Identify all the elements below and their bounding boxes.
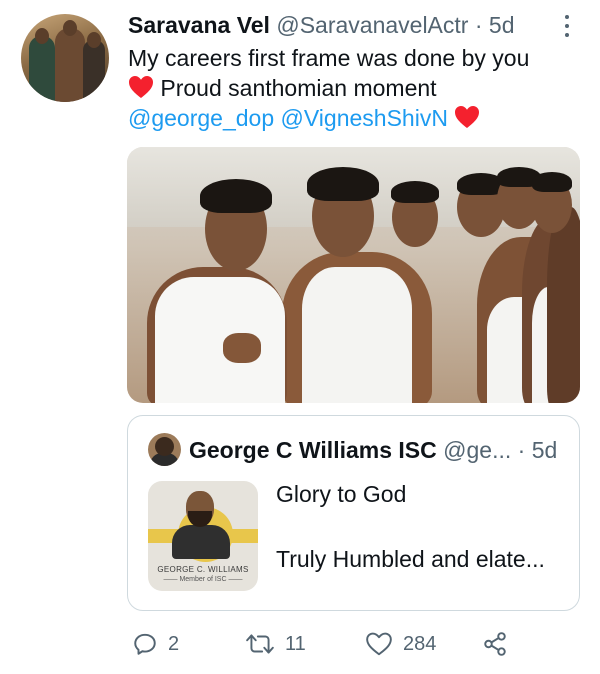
quoted-author-handle[interactable]: @ge... [443, 437, 511, 463]
reply-icon [134, 633, 156, 655]
tweet-text-line2-words: Proud santhomian moment [160, 75, 437, 101]
like-count: 284 [403, 632, 437, 655]
heart-emoji-icon [455, 106, 480, 128]
separator-dot: · [474, 12, 483, 38]
mention-vignesh[interactable]: @VigneshShivN [281, 105, 448, 131]
tweet-header: Saravana Vel @SaravanavelActr · 5d [128, 11, 515, 39]
tweet-media-image[interactable] [127, 147, 580, 403]
tweet-text-line1: My careers first frame was done by you [128, 45, 530, 71]
more-icon[interactable] [562, 13, 572, 39]
quoted-tweet-card[interactable]: George C Williams ISC @ge... · 5d GEORGE… [127, 415, 580, 611]
quoted-author-name[interactable]: George C Williams ISC [189, 437, 437, 463]
tweet-text-line3: @george_dop @VigneshShivN [128, 103, 588, 133]
mention-george[interactable]: @george_dop [128, 105, 274, 131]
retweet-button[interactable]: 11 [245, 627, 306, 661]
reply-button[interactable]: 2 [132, 627, 179, 661]
quoted-text-line1: Glory to God [276, 481, 407, 507]
retweet-count: 11 [285, 632, 306, 655]
tweet-time[interactable]: 5d [489, 12, 515, 38]
author-avatar[interactable] [21, 14, 109, 102]
quoted-tweet-header: George C Williams ISC @ge... · 5d [189, 436, 557, 464]
quoted-tweet-thumbnail[interactable]: GEORGE C. WILLIAMS —— Member of ISC —— [148, 481, 258, 591]
quoted-text-line2: Truly Humbled and elate... [276, 546, 545, 572]
thumbnail-caption-name: GEORGE C. WILLIAMS [157, 565, 249, 574]
tweet-action-bar: 2 11 284 [0, 627, 600, 661]
quoted-tweet-time[interactable]: 5d [532, 437, 558, 463]
share-button[interactable] [482, 627, 508, 661]
like-icon [366, 632, 392, 656]
tweet-text-line2: Proud santhomian moment [128, 73, 588, 103]
quoted-author-avatar[interactable] [148, 433, 181, 466]
author-handle[interactable]: @SaravanavelActr [276, 12, 468, 38]
heart-emoji-icon [129, 76, 153, 98]
like-button[interactable]: 284 [365, 627, 436, 661]
tweet-text: My careers first frame was done by you P… [128, 43, 588, 133]
author-name[interactable]: Saravana Vel [128, 12, 270, 38]
thumbnail-caption-member: —— Member of ISC —— [163, 576, 243, 583]
share-icon [484, 632, 506, 656]
retweet-icon [246, 634, 274, 654]
reply-count: 2 [168, 632, 180, 655]
separator-dot: · [517, 437, 526, 463]
